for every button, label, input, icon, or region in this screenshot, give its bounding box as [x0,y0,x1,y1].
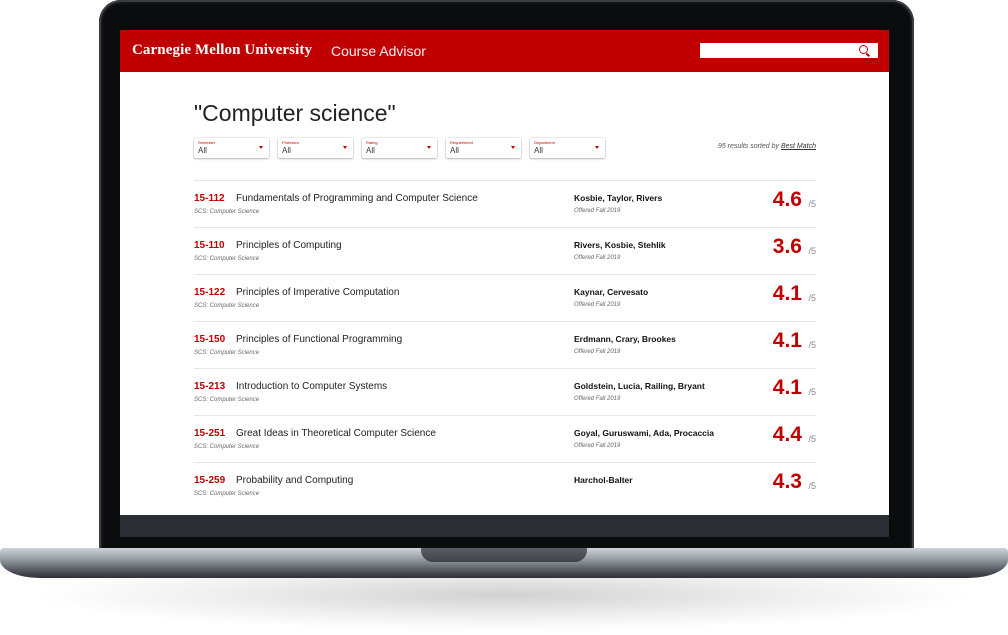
rating-scale: /5 [808,434,816,444]
course-code[interactable]: 15-110 [194,240,225,251]
top-bar: Carnegie Mellon University Course Adviso… [120,30,889,72]
course-name[interactable]: Principles of Computing [236,240,342,251]
course-name[interactable]: Introduction to Computer Systems [236,381,387,392]
app-name[interactable]: Course Advisor [331,43,426,59]
filter-rating[interactable]: Rating All [362,138,437,158]
course-offered: Offered Fall 2019 [574,396,621,402]
filter-value: All [534,146,543,155]
filter-label: Rating [366,140,378,145]
chevron-down-icon [511,146,515,149]
course-professors: Goyal, Guruswami, Ada, Procaccia [574,428,714,438]
filter-value: All [366,146,375,155]
chevron-down-icon [259,146,263,149]
course-department: SCS: Computer Science [194,397,260,403]
course-professors: Kaynar, Cervesato [574,287,649,297]
sort-link[interactable]: Best Match [781,143,816,150]
course-offered: Offered Fall 2019 [574,349,621,355]
results-count-text: 95 results sorted by [717,143,780,150]
course-code[interactable]: 15-112 [194,193,225,204]
course-professors: Rivers, Kosbie, Stehlik [574,240,666,250]
app-screen: Carnegie Mellon University Course Adviso… [120,30,889,515]
course-department: SCS: Computer Science [194,444,260,450]
course-rating: 4.1 [772,376,802,399]
course-row[interactable]: 15-213 Introduction to Computer Systems SC… [194,368,816,415]
course-code[interactable]: 15-251 [194,428,225,439]
course-code[interactable]: 15-213 [194,381,225,392]
course-professors: Erdmann, Crary, Brookes [574,334,676,344]
rating-scale: /5 [808,387,816,397]
laptop-chin [120,515,889,537]
course-professors: Kosbie, Taylor, Rivers [574,193,663,203]
course-department: SCS: Computer Science [194,209,260,215]
filter-department[interactable]: Department All [530,138,605,158]
course-row[interactable]: 15-112 Fundamentals of Programming and Co… [194,180,816,227]
course-name[interactable]: Principles of Imperative Computation [236,287,399,298]
rating-scale: /5 [808,340,816,350]
course-name[interactable]: Fundamentals of Programming and Computer… [236,193,478,204]
chevron-down-icon [343,146,347,149]
filter-semester[interactable]: Semester All [194,138,269,158]
course-offered: Offered Fall 2019 [574,255,621,261]
course-code[interactable]: 15-259 [194,475,225,486]
course-rating: 4.1 [772,282,802,305]
course-rating: 4.3 [772,470,802,493]
course-rating: 4.6 [772,188,802,211]
search-box[interactable] [700,43,878,61]
course-rating: 4.4 [772,423,802,446]
course-row[interactable]: 15-259 Probability and Computing SCS: Comp… [194,462,816,509]
filter-label: Department [534,140,555,145]
course-professors: Harchol-Balter [574,475,633,485]
course-code[interactable]: 15-122 [194,287,225,298]
results-summary: 95 results sorted by Best Match [718,143,816,150]
course-list: 15-112 Fundamentals of Programming and Co… [194,180,816,509]
rating-scale: /5 [808,199,816,209]
course-row[interactable]: 15-110 Principles of Computing SCS: Comput… [194,227,816,274]
rating-scale: /5 [808,293,816,303]
chevron-down-icon [595,146,599,149]
course-name[interactable]: Great Ideas in Theoretical Computer Scie… [236,428,436,439]
rating-scale: /5 [808,246,816,256]
filter-label: Professor [282,140,300,145]
course-name[interactable]: Principles of Functional Programming [236,334,402,345]
course-name[interactable]: Probability and Computing [236,475,353,486]
course-department: SCS: Computer Science [194,256,260,262]
course-row[interactable]: 15-251 Great Ideas in Theoretical Compute… [194,415,816,462]
course-rating: 3.6 [772,235,802,258]
filter-requirement[interactable]: Requirement All [446,138,521,158]
laptop-notch [421,548,587,562]
filter-label: Semester [198,140,216,145]
filter-value: All [450,146,459,155]
search-icon[interactable] [859,45,868,54]
course-professors: Goldstein, Lucia, Railing, Bryant [574,381,705,391]
search-input[interactable] [700,45,858,61]
course-rating: 4.1 [772,329,802,352]
course-offered: Offered Fall 2019 [574,208,621,214]
course-offered: Offered Fall 2019 [574,443,621,449]
course-offered: Offered Fall 2019 [574,302,621,308]
course-code[interactable]: 15-150 [194,334,225,345]
course-department: SCS: Computer Science [194,350,260,356]
chevron-down-icon [427,146,431,149]
rating-scale: /5 [808,481,816,491]
course-row[interactable]: 15-122 Principles of Imperative Computati… [194,274,816,321]
course-department: SCS: Computer Science [194,303,260,309]
filter-value: All [198,146,207,155]
filter-value: All [282,146,291,155]
filter-label: Requirement [450,140,473,145]
course-row[interactable]: 15-150 Principles of Functional Programmi… [194,321,816,368]
page-title: "Computer science" [194,100,396,126]
filter-professor[interactable]: Professor All [278,138,353,158]
brand-logo[interactable]: Carnegie Mellon University [132,42,312,59]
course-department: SCS: Computer Science [194,491,260,497]
